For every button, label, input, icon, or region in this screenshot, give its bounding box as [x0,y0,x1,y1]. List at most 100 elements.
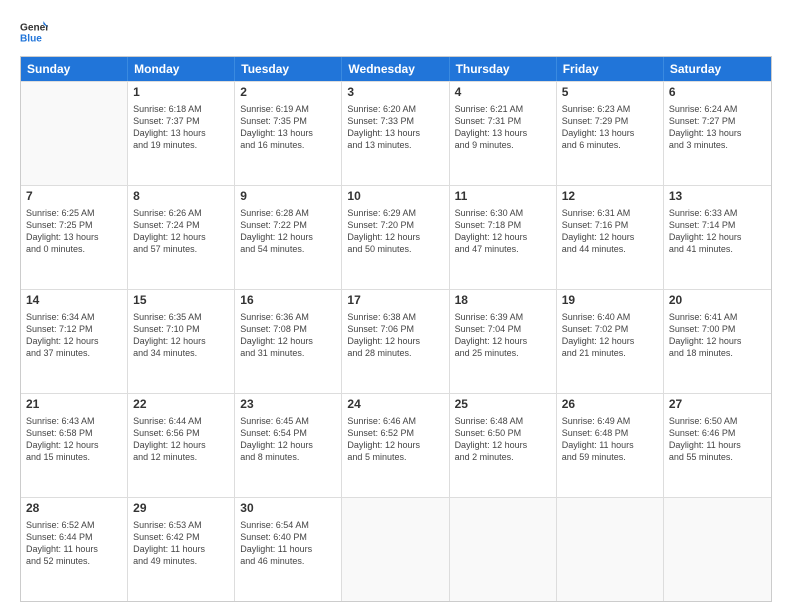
day-info: Sunrise: 6:31 AMSunset: 7:16 PMDaylight:… [562,207,658,256]
day-number: 13 [669,189,766,205]
day-number: 20 [669,293,766,309]
empty-cell [664,498,771,601]
header-day-thursday: Thursday [450,57,557,81]
day-info: Sunrise: 6:23 AMSunset: 7:29 PMDaylight:… [562,103,658,152]
day-cell-25: 25 Sunrise: 6:48 AMSunset: 6:50 PMDayligh… [450,394,557,497]
day-info: Sunrise: 6:21 AMSunset: 7:31 PMDaylight:… [455,103,551,152]
day-number: 16 [240,293,336,309]
day-cell-15: 15 Sunrise: 6:35 AMSunset: 7:10 PMDayligh… [128,290,235,393]
day-cell-30: 30 Sunrise: 6:54 AMSunset: 6:40 PMDayligh… [235,498,342,601]
header-day-sunday: Sunday [21,57,128,81]
day-cell-8: 8Sunrise: 6:26 AMSunset: 7:24 PMDaylight… [128,186,235,289]
day-number: 23 [240,397,336,413]
day-number: 15 [133,293,229,309]
day-info: Sunrise: 6:25 AMSunset: 7:25 PMDaylight:… [26,207,122,256]
day-info: Sunrise: 6:41 AMSunset: 7:00 PMDaylight:… [669,311,766,360]
day-info: Sunrise: 6:19 AMSunset: 7:35 PMDaylight:… [240,103,336,152]
day-number: 18 [455,293,551,309]
day-cell-28: 28 Sunrise: 6:52 AMSunset: 6:44 PMDayligh… [21,498,128,601]
day-number: 17 [347,293,443,309]
header-day-monday: Monday [128,57,235,81]
day-cell-17: 17 Sunrise: 6:38 AMSunset: 7:06 PMDayligh… [342,290,449,393]
day-cell-18: 18Sunrise: 6:39 AMSunset: 7:04 PMDayligh… [450,290,557,393]
day-cell-23: 23 Sunrise: 6:45 AMSunset: 6:54 PMDayligh… [235,394,342,497]
day-info: Sunrise: 6:43 AMSunset: 6:58 PMDaylight:… [26,415,122,464]
day-number: 10 [347,189,443,205]
day-cell-13: 13 Sunrise: 6:33 AMSunset: 7:14 PMDayligh… [664,186,771,289]
day-info: Sunrise: 6:36 AMSunset: 7:08 PMDaylight:… [240,311,336,360]
day-number: 11 [455,189,551,205]
day-info: Sunrise: 6:46 AMSunset: 6:52 PMDaylight:… [347,415,443,464]
day-info: Sunrise: 6:53 AMSunset: 6:42 PMDaylight:… [133,519,229,568]
day-cell-7: 7 Sunrise: 6:25 AMSunset: 7:25 PMDaylight… [21,186,128,289]
header-day-friday: Friday [557,57,664,81]
day-number: 2 [240,85,336,101]
day-info: Sunrise: 6:52 AMSunset: 6:44 PMDaylight:… [26,519,122,568]
empty-cell [342,498,449,601]
day-info: Sunrise: 6:35 AMSunset: 7:10 PMDaylight:… [133,311,229,360]
day-cell-2: 2 Sunrise: 6:19 AMSunset: 7:35 PMDaylight… [235,82,342,185]
day-cell-20: 20 Sunrise: 6:41 AMSunset: 7:00 PMDayligh… [664,290,771,393]
day-info: Sunrise: 6:48 AMSunset: 6:50 PMDaylight:… [455,415,551,464]
logo-icon: General Blue [20,18,48,46]
header-day-tuesday: Tuesday [235,57,342,81]
day-number: 4 [455,85,551,101]
calendar-body: 1 Sunrise: 6:18 AMSunset: 7:37 PMDaylight… [21,81,771,601]
day-info: Sunrise: 6:18 AMSunset: 7:37 PMDaylight:… [133,103,229,152]
calendar-header-row: SundayMondayTuesdayWednesdayThursdayFrid… [21,57,771,81]
calendar: SundayMondayTuesdayWednesdayThursdayFrid… [20,56,772,602]
logo: General Blue [20,18,52,46]
day-cell-24: 24Sunrise: 6:46 AMSunset: 6:52 PMDayligh… [342,394,449,497]
day-info: Sunrise: 6:24 AMSunset: 7:27 PMDaylight:… [669,103,766,152]
day-number: 3 [347,85,443,101]
day-info: Sunrise: 6:40 AMSunset: 7:02 PMDaylight:… [562,311,658,360]
day-cell-16: 16 Sunrise: 6:36 AMSunset: 7:08 PMDayligh… [235,290,342,393]
day-number: 26 [562,397,658,413]
day-cell-22: 22Sunrise: 6:44 AMSunset: 6:56 PMDayligh… [128,394,235,497]
day-number: 14 [26,293,122,309]
day-info: Sunrise: 6:30 AMSunset: 7:18 PMDaylight:… [455,207,551,256]
day-cell-19: 19 Sunrise: 6:40 AMSunset: 7:02 PMDayligh… [557,290,664,393]
day-info: Sunrise: 6:20 AMSunset: 7:33 PMDaylight:… [347,103,443,152]
day-cell-14: 14 Sunrise: 6:34 AMSunset: 7:12 PMDayligh… [21,290,128,393]
day-number: 30 [240,501,336,517]
header-day-saturday: Saturday [664,57,771,81]
header-day-wednesday: Wednesday [342,57,449,81]
empty-cell [557,498,664,601]
day-cell-21: 21Sunrise: 6:43 AMSunset: 6:58 PMDayligh… [21,394,128,497]
day-info: Sunrise: 6:38 AMSunset: 7:06 PMDaylight:… [347,311,443,360]
day-cell-9: 9 Sunrise: 6:28 AMSunset: 7:22 PMDaylight… [235,186,342,289]
day-info: Sunrise: 6:26 AMSunset: 7:24 PMDaylight:… [133,207,229,256]
day-info: Sunrise: 6:29 AMSunset: 7:20 PMDaylight:… [347,207,443,256]
day-cell-1: 1 Sunrise: 6:18 AMSunset: 7:37 PMDaylight… [128,82,235,185]
day-number: 25 [455,397,551,413]
day-info: Sunrise: 6:28 AMSunset: 7:22 PMDaylight:… [240,207,336,256]
day-cell-10: 10 Sunrise: 6:29 AMSunset: 7:20 PMDayligh… [342,186,449,289]
day-cell-5: 5Sunrise: 6:23 AMSunset: 7:29 PMDaylight… [557,82,664,185]
day-number: 19 [562,293,658,309]
day-info: Sunrise: 6:49 AMSunset: 6:48 PMDaylight:… [562,415,658,464]
day-cell-27: 27Sunrise: 6:50 AMSunset: 6:46 PMDayligh… [664,394,771,497]
day-cell-11: 11 Sunrise: 6:30 AMSunset: 7:18 PMDayligh… [450,186,557,289]
day-number: 7 [26,189,122,205]
day-number: 1 [133,85,229,101]
day-info: Sunrise: 6:44 AMSunset: 6:56 PMDaylight:… [133,415,229,464]
day-info: Sunrise: 6:54 AMSunset: 6:40 PMDaylight:… [240,519,336,568]
empty-cell [450,498,557,601]
day-info: Sunrise: 6:33 AMSunset: 7:14 PMDaylight:… [669,207,766,256]
day-info: Sunrise: 6:34 AMSunset: 7:12 PMDaylight:… [26,311,122,360]
day-cell-29: 29 Sunrise: 6:53 AMSunset: 6:42 PMDayligh… [128,498,235,601]
day-number: 9 [240,189,336,205]
svg-text:Blue: Blue [20,33,42,44]
calendar-row-1: 1 Sunrise: 6:18 AMSunset: 7:37 PMDaylight… [21,81,771,185]
day-cell-3: 3 Sunrise: 6:20 AMSunset: 7:33 PMDaylight… [342,82,449,185]
day-info: Sunrise: 6:45 AMSunset: 6:54 PMDaylight:… [240,415,336,464]
day-info: Sunrise: 6:50 AMSunset: 6:46 PMDaylight:… [669,415,766,464]
day-cell-12: 12 Sunrise: 6:31 AMSunset: 7:16 PMDayligh… [557,186,664,289]
day-cell-26: 26 Sunrise: 6:49 AMSunset: 6:48 PMDayligh… [557,394,664,497]
day-number: 6 [669,85,766,101]
day-number: 28 [26,501,122,517]
empty-cell [21,82,128,185]
day-number: 12 [562,189,658,205]
day-number: 29 [133,501,229,517]
